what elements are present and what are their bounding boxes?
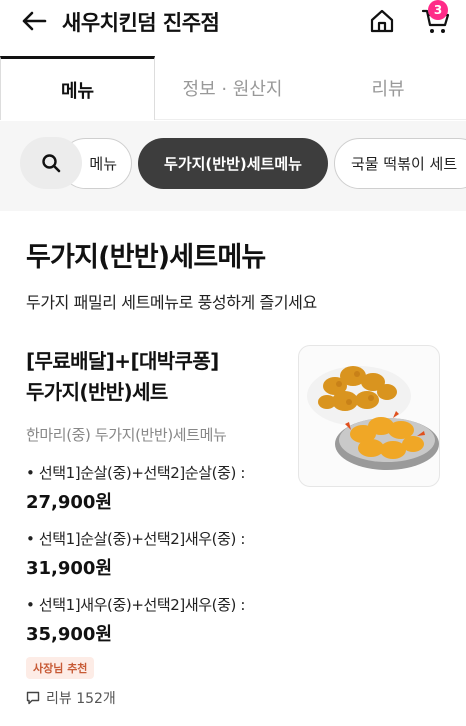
- cart-count-badge: 3: [428, 0, 448, 20]
- page-title: 새우치킨덤 진주점: [62, 11, 220, 35]
- category-chip-half-set[interactable]: 두가지(반반)세트메뉴: [138, 138, 328, 189]
- menu-item-subtitle: 한마리(중) 두가지(반반)세트메뉴: [26, 426, 227, 444]
- option-label: • 선택1]순살(중)+선택2]순살(중) :: [26, 464, 246, 482]
- food-photo: [307, 366, 439, 470]
- menu-item-name-line1: [무료배달]+[대박쿠퐁]: [26, 349, 219, 373]
- category-chip-tteokbokki[interactable]: 국물 떡볶이 세트: [334, 138, 466, 189]
- section-title: 두가지(반반)세트메뉴: [26, 242, 266, 273]
- option-label: • 선택1]새우(중)+선택2]새우(중) :: [26, 596, 246, 614]
- menu-item-image: [298, 345, 440, 487]
- arrow-left-icon: [22, 11, 47, 31]
- menu-item-name: [무료배달]+[대박쿠퐁] 두가지(반반)세트: [26, 346, 286, 408]
- menu-item-name-line2: 두가지(반반)세트: [26, 380, 168, 404]
- tab-menu[interactable]: 메뉴: [0, 56, 155, 120]
- tab-info[interactable]: 정보 · 원산지: [155, 56, 310, 120]
- review-count: 리뷰 152개: [26, 688, 116, 708]
- section-description: 두가지 패밀리 세트메뉴로 풍성하게 즐기세요: [26, 293, 317, 312]
- search-button[interactable]: [20, 137, 82, 189]
- tab-bar: 메뉴 정보 · 원산지 리뷰: [0, 56, 466, 120]
- search-icon: [42, 154, 61, 173]
- option-label: • 선택1]순살(중)+선택2]새우(중) :: [26, 530, 246, 548]
- option-price: 35,900원: [26, 624, 113, 645]
- home-button[interactable]: [366, 5, 398, 37]
- review-count-label: 리뷰 152개: [46, 691, 116, 707]
- back-button[interactable]: [16, 6, 52, 36]
- option-price: 27,900원: [26, 492, 113, 513]
- app-header: 새우치킨덤 진주점 3: [0, 0, 466, 52]
- option-price: 31,900원: [26, 558, 113, 579]
- tab-reviews[interactable]: 리뷰: [310, 56, 466, 120]
- home-icon: [370, 9, 394, 33]
- owner-recommend-badge: 사장님 추천: [26, 657, 95, 679]
- speech-bubble-icon: [26, 691, 40, 705]
